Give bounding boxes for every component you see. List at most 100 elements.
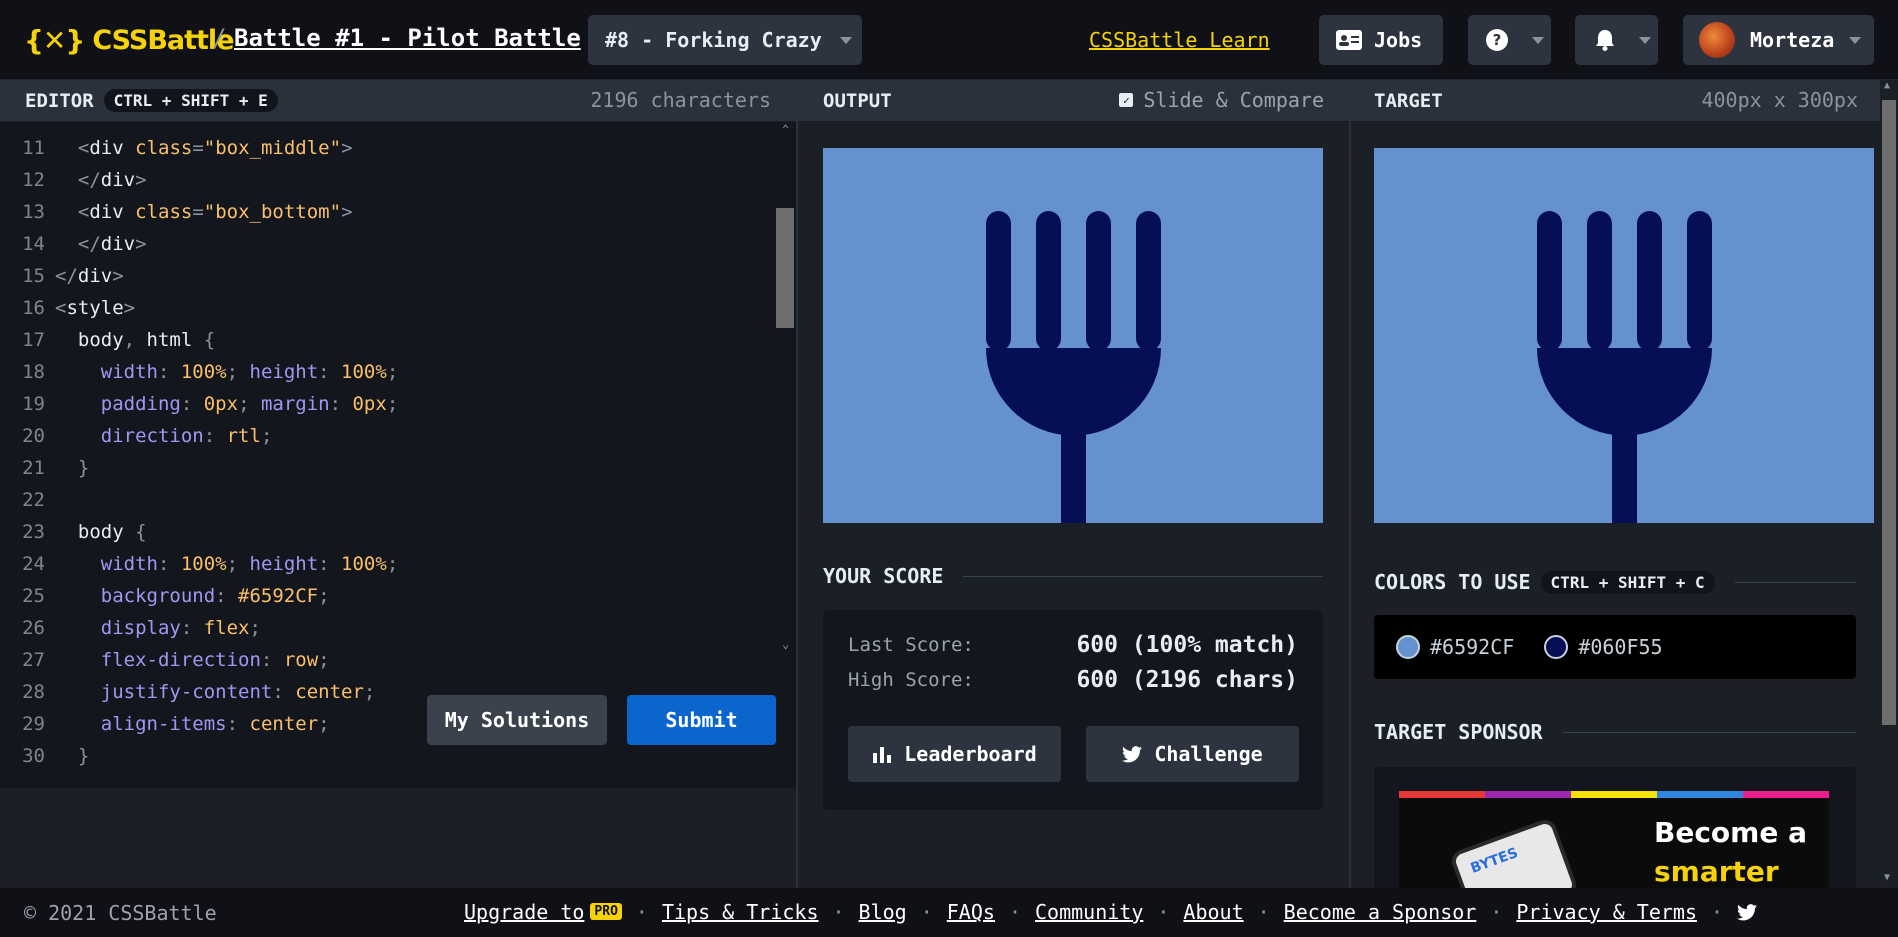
code-line: 13 <div class="box_bottom"> (0, 196, 780, 228)
privacy-link[interactable]: Privacy & Terms (1516, 900, 1697, 924)
colors-shortcut-badge: CTRL + SHIFT + C (1540, 570, 1715, 594)
line-number: 22 (22, 489, 45, 511)
sponsor-heading: TARGET SPONSOR (1374, 720, 1856, 744)
page-scrollbar[interactable]: ▲ ▼ (1880, 80, 1898, 888)
colors-heading: COLORS TO USE CTRL + SHIFT + C (1374, 570, 1856, 594)
last-score-label: Last Score: (848, 634, 974, 656)
code-line: 11 <div class="box_middle"> (0, 132, 780, 164)
editor-shortcut-badge: CTRL + SHIFT + E (103, 89, 278, 112)
slide-compare-toggle[interactable]: ✓ Slide & Compare (1119, 88, 1324, 112)
line-number: 28 (22, 681, 45, 703)
line-number: 11 (22, 137, 45, 159)
challenge-button[interactable]: Challenge (1086, 726, 1299, 782)
my-solutions-button[interactable]: My Solutions (427, 695, 607, 745)
high-score-label: High Score: (848, 669, 974, 691)
user-name: Morteza (1750, 28, 1835, 52)
about-link[interactable]: About (1183, 900, 1243, 924)
blog-link[interactable]: Blog (859, 900, 907, 924)
color-dot (1544, 635, 1569, 659)
scroll-up-icon[interactable]: ▲ (1884, 80, 1890, 91)
upgrade-link[interactable]: Upgrade to PRO (464, 900, 622, 924)
sponsor-card[interactable]: BYTES Become a smarter (1374, 767, 1856, 888)
sponsor-banner[interactable]: BYTES Become a smarter (1399, 791, 1829, 888)
target-title: TARGET (1374, 89, 1443, 112)
scroll-up-icon[interactable]: ⌃ (782, 122, 789, 136)
line-number: 12 (22, 169, 45, 191)
jobs-button[interactable]: Jobs (1319, 15, 1443, 65)
code-editor[interactable]: ⌃ ⌄ 11 <div class="box_middle"> 12 </div… (0, 122, 796, 788)
editor-title: EDITOR (25, 89, 94, 112)
line-number: 17 (22, 329, 45, 351)
color-swatch[interactable]: #6592CF (1396, 635, 1514, 659)
breadcrumb-separator: / (212, 24, 227, 52)
jobs-label: Jobs (1374, 28, 1423, 52)
faqs-link[interactable]: FAQs (947, 900, 995, 924)
leaderboard-button[interactable]: Leaderboard (848, 726, 1061, 782)
color-dot (1396, 635, 1420, 659)
target-panel: COLORS TO USE CTRL + SHIFT + C #6592CF #… (1351, 122, 1880, 888)
pro-badge: PRO (590, 903, 622, 920)
code-line: 24 width: 100%; height: 100%; (0, 548, 780, 580)
target-canvas[interactable] (1374, 148, 1874, 523)
code-lines: 11 <div class="box_middle"> 12 </div> 13… (0, 132, 780, 772)
cssbattle-logo[interactable]: {✕} CSSBattle (24, 22, 235, 58)
battle-title-link[interactable]: Battle #1 - Pilot Battle (234, 24, 581, 52)
challenge-label: Challenge (1154, 742, 1263, 766)
twitter-icon (1122, 745, 1143, 762)
code-line: 19 padding: 0px; margin: 0px; (0, 388, 780, 420)
slide-compare-label: Slide & Compare (1143, 88, 1324, 112)
submit-button[interactable]: Submit (627, 695, 776, 745)
line-number: 23 (22, 521, 45, 543)
svg-text:?: ? (1493, 31, 1502, 49)
line-number: 14 (22, 233, 45, 255)
line-number: 21 (22, 457, 45, 479)
challenge-select[interactable]: #8 - Forking Crazy (588, 15, 862, 65)
app-root: {✕} CSSBattle / Battle #1 - Pilot Battle… (0, 0, 1898, 937)
community-link[interactable]: Community (1035, 900, 1143, 924)
tips-link[interactable]: Tips & Tricks (662, 900, 819, 924)
code-line: 16 <style> (0, 292, 780, 324)
code-line: 20 direction: rtl; (0, 420, 780, 452)
logo-mark: {✕} (24, 23, 85, 57)
leaderboard-label: Leaderboard (904, 742, 1037, 766)
copyright: © 2021 CSSBattle (24, 901, 217, 925)
avatar (1699, 22, 1735, 58)
line-number: 26 (22, 617, 45, 639)
line-number: 15 (22, 265, 45, 287)
your-score-heading: YOUR SCORE (823, 564, 1323, 588)
code-line: 12 </div> (0, 164, 780, 196)
question-icon: ? (1486, 29, 1508, 51)
user-menu-button[interactable]: Morteza (1683, 15, 1874, 65)
scroll-down-icon[interactable]: ▼ (1884, 872, 1890, 883)
notifications-button[interactable] (1575, 15, 1658, 65)
learn-link[interactable]: CSSBattle Learn (1089, 28, 1270, 52)
output-canvas[interactable] (823, 148, 1323, 523)
line-number: 18 (22, 361, 45, 383)
code-line: 18 width: 100%; height: 100%; (0, 356, 780, 388)
code-line: 25 background: #6592CF; (0, 580, 780, 612)
code-line: 15 </div> (0, 260, 780, 292)
scroll-down-icon[interactable]: ⌄ (782, 637, 789, 651)
last-score-value: 600 (100% match) (1076, 632, 1298, 658)
code-line: 17 body, html { (0, 324, 780, 356)
chevron-down-icon (1532, 37, 1544, 44)
chevron-down-icon (1639, 37, 1651, 44)
line-number: 13 (22, 201, 45, 223)
code-line: 26 display: flex; (0, 612, 780, 644)
line-number: 19 (22, 393, 45, 415)
top-bar: {✕} CSSBattle / Battle #1 - Pilot Battle… (0, 0, 1898, 80)
slide-compare-checkbox[interactable]: ✓ (1119, 93, 1134, 107)
twitter-icon[interactable] (1737, 903, 1758, 921)
divider (963, 575, 1323, 577)
sponsor-link[interactable]: Become a Sponsor (1284, 900, 1477, 924)
divider (1734, 581, 1856, 583)
help-button[interactable]: ? (1468, 15, 1551, 65)
fork-graphic (1537, 211, 1712, 523)
code-line: 23 body { (0, 516, 780, 548)
line-number: 16 (22, 297, 45, 319)
target-header: TARGET 400px x 300px (1351, 80, 1880, 122)
id-card-icon (1336, 30, 1362, 50)
color-swatch[interactable]: #060F55 (1544, 635, 1663, 659)
page-scrollbar-thumb[interactable] (1882, 100, 1896, 725)
divider (1562, 731, 1856, 733)
